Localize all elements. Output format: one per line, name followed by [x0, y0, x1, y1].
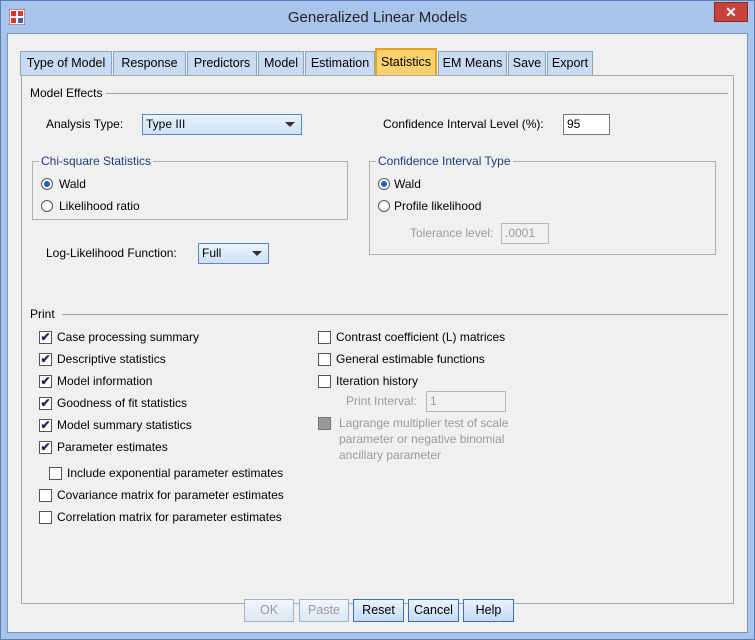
general-estimable-checkbox[interactable] — [318, 353, 331, 366]
chi-square-title: Chi-square Statistics — [39, 154, 154, 168]
case-processing-checkbox[interactable]: ✔ — [39, 331, 52, 344]
print-interval-label: Print Interval: — [346, 394, 417, 408]
model-summary-checkbox[interactable]: ✔ — [39, 419, 52, 432]
model-effects-heading: Model Effects — [30, 86, 107, 100]
lagrange-label-line3: ancillary parameter — [339, 448, 442, 462]
correlation-label[interactable]: Correlation matrix for parameter estimat… — [57, 510, 282, 524]
general-estimable-label[interactable]: General estimable functions — [336, 352, 485, 366]
help-button[interactable]: Help — [463, 599, 514, 622]
ok-button[interactable]: OK — [244, 599, 294, 622]
tab-em-means[interactable]: EM Means — [438, 51, 507, 76]
tab-model[interactable]: Model — [258, 51, 304, 76]
loglik-value: Full — [202, 246, 222, 260]
goodness-fit-label[interactable]: Goodness of fit statistics — [57, 396, 187, 410]
ci-wald-radio[interactable] — [378, 178, 390, 190]
include-exp-checkbox[interactable] — [49, 467, 62, 480]
tab-statistics[interactable]: Statistics — [375, 48, 437, 77]
iteration-checkbox[interactable] — [318, 375, 331, 388]
tab-export[interactable]: Export — [547, 51, 593, 76]
goodness-fit-checkbox[interactable]: ✔ — [39, 397, 52, 410]
tab-estimation[interactable]: Estimation — [305, 51, 375, 76]
print-interval-input[interactable]: 1 — [426, 391, 506, 412]
contrast-checkbox[interactable] — [318, 331, 331, 344]
tab-predictors[interactable]: Predictors — [187, 51, 257, 76]
ci-type-title: Confidence Interval Type — [376, 154, 513, 168]
tab-type-of-model[interactable]: Type of Model — [20, 51, 112, 76]
reset-button[interactable]: Reset — [353, 599, 404, 622]
lagrange-label-line1: Lagrange multiplier test of scale — [339, 416, 509, 430]
cancel-button[interactable]: Cancel — [408, 599, 459, 622]
tolerance-input[interactable]: .0001 — [501, 223, 549, 244]
param-estimates-label[interactable]: Parameter estimates — [57, 440, 168, 454]
close-button[interactable]: ✕ — [714, 2, 748, 22]
statistics-panel: Model Effects Analysis Type: Type III Co… — [21, 75, 734, 604]
iteration-label[interactable]: Iteration history — [336, 374, 418, 388]
paste-button[interactable]: Paste — [299, 599, 349, 622]
include-exp-label[interactable]: Include exponential parameter estimates — [67, 466, 283, 480]
analysis-type-dropdown[interactable]: Type III — [142, 114, 302, 135]
chi-wald-label[interactable]: Wald — [59, 177, 86, 191]
chi-square-group: Chi-square Statistics Wald Likelihood ra… — [32, 154, 348, 220]
descriptive-label[interactable]: Descriptive statistics — [57, 352, 166, 366]
param-estimates-checkbox[interactable]: ✔ — [39, 441, 52, 454]
descriptive-checkbox[interactable]: ✔ — [39, 353, 52, 366]
chi-likelihood-radio[interactable] — [41, 200, 53, 212]
covariance-checkbox[interactable] — [39, 489, 52, 502]
title-bar[interactable]: Generalized Linear Models ✕ — [1, 1, 754, 33]
lagrange-checkbox[interactable] — [318, 417, 331, 430]
dialog-window: Generalized Linear Models ✕ Type of Mode… — [0, 0, 755, 640]
tolerance-label: Tolerance level: — [410, 226, 494, 240]
ci-profile-label[interactable]: Profile likelihood — [394, 199, 481, 213]
ci-wald-label[interactable]: Wald — [394, 177, 421, 191]
model-effects-divider — [90, 93, 728, 94]
loglik-dropdown[interactable]: Full — [198, 243, 269, 264]
tab-save[interactable]: Save — [508, 51, 546, 76]
ci-level-input[interactable]: 95 — [563, 114, 610, 135]
print-divider — [62, 314, 728, 315]
covariance-label[interactable]: Covariance matrix for parameter estimate… — [57, 488, 284, 502]
tab-response[interactable]: Response — [113, 51, 186, 76]
dialog-client-area: Type of Model Response Predictors Model … — [7, 33, 748, 633]
chevron-down-icon — [285, 122, 295, 127]
correlation-checkbox[interactable] — [39, 511, 52, 524]
lagrange-label-line2: parameter or negative binomial — [339, 432, 505, 446]
case-processing-label[interactable]: Case processing summary — [57, 330, 199, 344]
print-heading: Print — [30, 307, 59, 321]
window-title: Generalized Linear Models — [287, 9, 468, 26]
chi-likelihood-label[interactable]: Likelihood ratio — [59, 199, 140, 213]
contrast-label[interactable]: Contrast coefficient (L) matrices — [336, 330, 505, 344]
model-info-checkbox[interactable]: ✔ — [39, 375, 52, 388]
ci-level-label: Confidence Interval Level (%): — [383, 117, 544, 131]
model-summary-label[interactable]: Model summary statistics — [57, 418, 192, 432]
ci-type-group: Confidence Interval Type Wald Profile li… — [369, 154, 716, 255]
model-info-label[interactable]: Model information — [57, 374, 152, 388]
analysis-type-label: Analysis Type: — [46, 117, 124, 131]
chevron-down-icon — [252, 251, 262, 256]
chi-wald-radio[interactable] — [41, 178, 53, 190]
analysis-type-value: Type III — [146, 117, 186, 131]
ci-profile-radio[interactable] — [378, 200, 390, 212]
loglik-label: Log-Likelihood Function: — [46, 246, 177, 260]
